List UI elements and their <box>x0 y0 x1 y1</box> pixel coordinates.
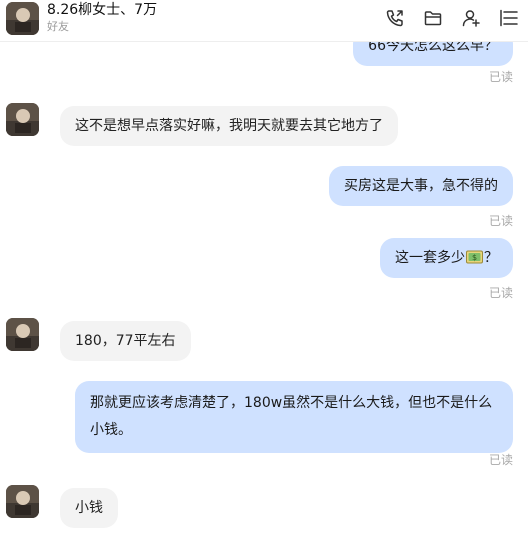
contact-avatar[interactable] <box>6 318 39 351</box>
menu-icon[interactable] <box>490 6 528 30</box>
folder-icon[interactable] <box>414 6 452 30</box>
message-text: ？ <box>484 250 498 266</box>
read-status: 已读 <box>488 70 513 84</box>
contact-avatar[interactable] <box>6 485 39 518</box>
add-contact-icon[interactable] <box>452 6 490 30</box>
message-bubble-out[interactable]: 这一套多少 $ ？ <box>380 238 513 278</box>
message-bubble-in[interactable]: 这不是想早点落实好嘛，我明天就要去其它地方了 <box>60 106 398 146</box>
svg-text:$: $ <box>472 253 477 262</box>
read-status: 已读 <box>488 286 513 300</box>
read-status: 已读 <box>488 214 513 228</box>
chat-header: 8.26柳女士、7万 好友 <box>0 0 528 42</box>
message-bubble-out[interactable]: 那就更应该考虑清楚了，180w虽然不是什么大钱，但也不是什么小钱。 <box>75 381 513 453</box>
contact-name[interactable]: 8.26柳女士、7万 <box>47 1 157 19</box>
header-actions <box>376 6 528 30</box>
message-bubble-in[interactable]: 180，77平左右 <box>60 321 191 361</box>
message-bubble-in[interactable]: 小钱 <box>60 488 118 528</box>
chat-area: 66今天怎么这么早？ 已读 这不是想早点落实好嘛，我明天就要去其它地方了 买房这… <box>0 0 528 550</box>
contact-avatar[interactable] <box>6 103 39 136</box>
contact-relation: 好友 <box>47 20 69 33</box>
contact-avatar[interactable] <box>6 2 39 35</box>
phone-icon[interactable] <box>376 6 414 30</box>
message-text: 这一套多少 <box>395 250 465 266</box>
money-emoji-icon: $ <box>466 250 483 264</box>
read-status: 已读 <box>488 453 513 467</box>
message-bubble-out[interactable]: 买房这是大事，急不得的 <box>329 166 513 206</box>
